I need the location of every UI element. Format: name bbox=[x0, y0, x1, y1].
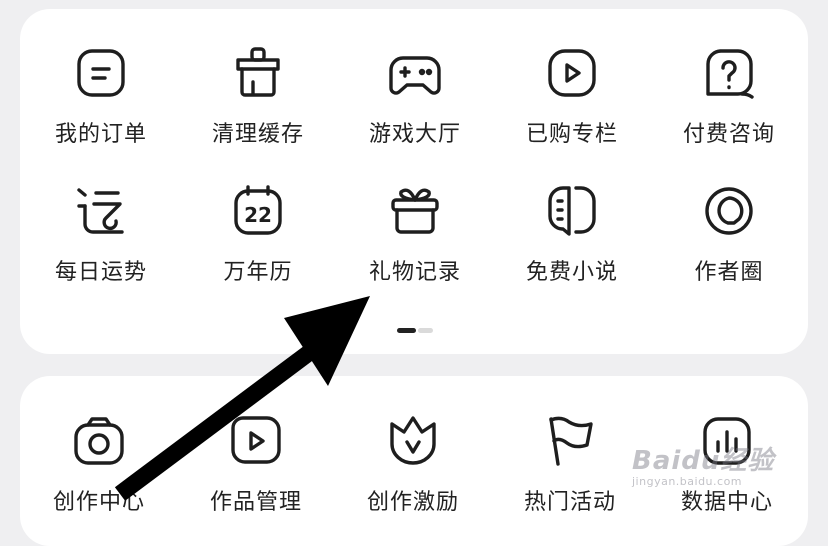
play-icon bbox=[548, 49, 596, 97]
calendar-day-number: 22 bbox=[244, 203, 272, 227]
watermark: Baidu经验 jingyan.baidu.com bbox=[632, 440, 792, 500]
page-dot-active bbox=[397, 328, 416, 333]
hot-events-label: 热门活动 bbox=[523, 490, 616, 515]
page-indicator bbox=[397, 328, 433, 333]
question-chat-icon bbox=[706, 49, 754, 99]
game-hall-button[interactable]: 游戏大厅 bbox=[336, 44, 494, 148]
camera-icon bbox=[74, 417, 124, 465]
my-orders-label: 我的订单 bbox=[54, 122, 147, 147]
purchased-columns-button[interactable]: 已购专栏 bbox=[493, 44, 651, 148]
creation-incentive-label: 创作激励 bbox=[366, 490, 459, 515]
daily-fortune-label: 每日运势 bbox=[54, 260, 147, 285]
gift-icon bbox=[391, 188, 439, 234]
creation-center-button[interactable]: 创作中心 bbox=[20, 412, 178, 516]
broom-icon bbox=[236, 47, 280, 97]
creation-center-label: 创作中心 bbox=[52, 490, 145, 515]
orders-icon bbox=[77, 49, 125, 97]
book-icon bbox=[548, 186, 596, 236]
hot-events-button[interactable]: 热门活动 bbox=[491, 412, 649, 516]
perpetual-calendar-button[interactable]: 22 万年历 bbox=[179, 182, 337, 286]
free-novels-label: 免费小说 bbox=[525, 260, 618, 285]
my-orders-button[interactable]: 我的订单 bbox=[22, 44, 180, 148]
purchased-columns-label: 已购专栏 bbox=[525, 122, 618, 147]
free-novels-button[interactable]: 免费小说 bbox=[493, 182, 651, 286]
perpetual-calendar-label: 万年历 bbox=[223, 260, 293, 285]
crown-icon bbox=[390, 416, 436, 465]
fortune-icon bbox=[77, 188, 124, 234]
clear-cache-button[interactable]: 清理缓存 bbox=[179, 44, 337, 148]
daily-fortune-button[interactable]: 每日运势 bbox=[22, 182, 180, 286]
circle-icon bbox=[705, 187, 753, 235]
author-circle-button[interactable]: 作者圈 bbox=[650, 182, 808, 286]
works-management-label: 作品管理 bbox=[209, 490, 302, 515]
gift-records-label: 礼物记录 bbox=[368, 260, 461, 285]
page-dot bbox=[418, 328, 433, 333]
video-icon bbox=[231, 416, 281, 464]
clear-cache-label: 清理缓存 bbox=[211, 122, 304, 147]
works-management-button[interactable]: 作品管理 bbox=[177, 412, 335, 516]
creation-incentive-button[interactable]: 创作激励 bbox=[334, 412, 492, 516]
calendar-icon: 22 bbox=[234, 185, 282, 235]
paid-consultation-label: 付费咨询 bbox=[682, 122, 775, 147]
gamepad-icon bbox=[389, 56, 441, 95]
game-hall-label: 游戏大厅 bbox=[368, 122, 461, 147]
gift-records-button[interactable]: 礼物记录 bbox=[336, 182, 494, 286]
author-circle-label: 作者圈 bbox=[694, 260, 764, 285]
flag-icon bbox=[549, 416, 593, 466]
paid-consultation-button[interactable]: 付费咨询 bbox=[650, 44, 808, 148]
watermark-main: Baidu经验 bbox=[632, 446, 775, 476]
